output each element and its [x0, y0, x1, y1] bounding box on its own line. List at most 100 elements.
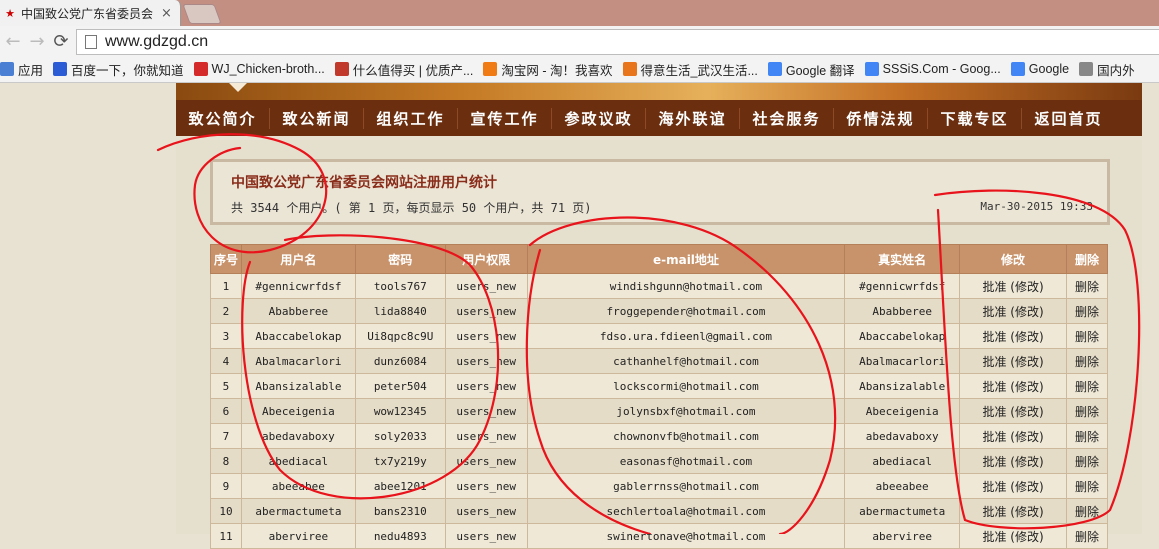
cell-password: abee1201: [354, 473, 446, 499]
approve-edit-link[interactable]: 批准 (修改): [959, 498, 1067, 524]
table-row: 5 Abansizalable peter504 users_new lockscorm…: [210, 373, 1109, 399]
weibo-icon: [193, 62, 208, 76]
bookmark-item[interactable]: 得意生活_武汉生活...: [622, 60, 758, 79]
smzdm-icon: [334, 62, 349, 76]
delete-link[interactable]: 删除: [1065, 273, 1109, 299]
table-row: 9 abeeabee abee1201 users_new gablerrnss@hot…: [210, 473, 1109, 499]
stats-panel: 中国致公党广东省委员会网站注册用户统计 共 3544 个用户。( 第 1 页，每…: [210, 159, 1110, 225]
cell-no: 10: [210, 498, 242, 524]
bookmark-item[interactable]: 淘宝网 - 淘！我喜欢: [483, 60, 613, 79]
bookmark-item[interactable]: SSSiS.Com - Goog...: [864, 62, 1001, 76]
cell-role: users_new: [444, 423, 528, 449]
bookmark-label: 百度一下，你就知道: [71, 63, 184, 78]
header-realname: 真实姓名: [844, 244, 961, 274]
nav-item[interactable]: 致公简介: [176, 107, 270, 129]
approve-edit-link[interactable]: 批准 (修改): [959, 298, 1067, 324]
bookmark-item[interactable]: Google: [1010, 62, 1070, 76]
nav-item[interactable]: 海外联谊: [646, 107, 740, 129]
delete-link[interactable]: 删除: [1065, 323, 1109, 349]
approve-edit-link[interactable]: 批准 (修改): [959, 423, 1067, 449]
browser-tab[interactable]: ★ 中国致公党广东省委员会 ×: [0, 0, 181, 26]
bookmark-item[interactable]: Google 翻译: [767, 60, 855, 79]
cell-username: Abalmacarlori: [240, 348, 356, 374]
bookmark-label: 国内外: [1097, 63, 1135, 78]
approve-edit-link[interactable]: 批准 (修改): [959, 448, 1067, 474]
delete-link[interactable]: 删除: [1065, 498, 1109, 524]
cell-email: easonasf@hotmail.com: [526, 448, 846, 474]
bookmark-label: 什么值得买 | 优质产...: [352, 63, 474, 78]
delete-link[interactable]: 删除: [1065, 448, 1109, 474]
approve-edit-link[interactable]: 批准 (修改): [959, 398, 1067, 424]
bookmark-item[interactable]: 百度一下，你就知道: [53, 60, 184, 79]
bookmark-item[interactable]: 应用: [0, 60, 43, 79]
bookmark-item[interactable]: 什么值得买 | 优质产...: [334, 60, 474, 79]
nav-item[interactable]: 参政议政: [552, 107, 646, 129]
cell-email: windishgunn@hotmail.com: [526, 273, 846, 299]
cell-role: users_new: [444, 323, 528, 349]
deyi-icon: [622, 62, 637, 76]
tab-close-icon[interactable]: ×: [161, 6, 172, 21]
report-date: Mar-30-2015 19:33: [980, 200, 1093, 213]
cell-no: 2: [210, 298, 242, 324]
nav-item[interactable]: 返回首页: [1022, 108, 1115, 129]
cell-no: 8: [210, 448, 242, 474]
bookmark-label: WJ_Chicken-broth...: [211, 62, 325, 76]
back-arrow-icon[interactable]: ←: [2, 30, 24, 52]
nav-item[interactable]: 致公新闻: [270, 107, 364, 129]
cell-password: Ui8qpc8c9U: [354, 323, 446, 349]
cell-realname: Abaccabelokap: [844, 323, 961, 349]
banner-arrow-icon: [229, 83, 247, 92]
table-row: 6 Abeceigenia wow12345 users_new jolynsbxf@h…: [210, 398, 1109, 424]
approve-edit-link[interactable]: 批准 (修改): [959, 348, 1067, 374]
delete-link[interactable]: 删除: [1065, 348, 1109, 374]
delete-link[interactable]: 删除: [1065, 398, 1109, 424]
google-icon: [1010, 62, 1025, 76]
table-row: 10 abermactumeta bans2310 users_new sechlert…: [210, 498, 1109, 524]
reload-icon[interactable]: ⟳: [50, 30, 72, 52]
cell-role: users_new: [444, 373, 528, 399]
cell-email: fdso.ura.fdieenl@gmail.com: [526, 323, 846, 349]
header-email: e-mail地址: [526, 244, 846, 274]
cell-no: 6: [210, 398, 242, 424]
delete-link[interactable]: 删除: [1065, 523, 1109, 549]
cell-realname: Abalmacarlori: [844, 348, 961, 374]
approve-edit-link[interactable]: 批准 (修改): [959, 323, 1067, 349]
bookmark-label: Google: [1028, 62, 1070, 76]
cell-realname: abermactumeta: [844, 498, 961, 524]
cell-password: wow12345: [354, 398, 446, 424]
bookmark-label: SSSiS.Com - Goog...: [882, 62, 1001, 76]
delete-link[interactable]: 删除: [1065, 473, 1109, 499]
cell-email: froggepender@hotmail.com: [526, 298, 846, 324]
cell-username: Ababberee: [240, 298, 356, 324]
bookmark-item[interactable]: WJ_Chicken-broth...: [193, 62, 325, 76]
cell-password: lida8840: [354, 298, 446, 324]
bookmark-label: 应用: [18, 63, 44, 78]
cell-role: users_new: [444, 523, 528, 549]
bookmark-label: 淘宝网 - 淘！我喜欢: [501, 63, 613, 78]
approve-edit-link[interactable]: 批准 (修改): [959, 273, 1067, 299]
delete-link[interactable]: 删除: [1065, 423, 1109, 449]
nav-item[interactable]: 组织工作: [364, 107, 458, 129]
approve-edit-link[interactable]: 批准 (修改): [959, 523, 1067, 549]
browser-toolbar: ← → ⟳ www.gdzgd.cn: [0, 26, 1159, 56]
header-delete: 删除: [1065, 244, 1109, 274]
nav-item[interactable]: 宣传工作: [458, 107, 552, 129]
new-tab-button[interactable]: [182, 4, 222, 24]
address-bar[interactable]: www.gdzgd.cn: [76, 29, 1159, 55]
table-row: 3 Abaccabelokap Ui8qpc8c9U users_new fdso.ur…: [210, 323, 1109, 349]
page-icon: [1079, 62, 1094, 76]
approve-edit-link[interactable]: 批准 (修改): [959, 373, 1067, 399]
nav-item[interactable]: 侨情法规: [834, 107, 928, 129]
bookmark-item[interactable]: 国内外: [1079, 60, 1135, 79]
approve-edit-link[interactable]: 批准 (修改): [959, 473, 1067, 499]
nav-item[interactable]: 下载专区: [928, 107, 1022, 129]
nav-item[interactable]: 社会服务: [740, 107, 834, 129]
main-content: 中国致公党广东省委员会网站注册用户统计 共 3544 个用户。( 第 1 页，每…: [176, 140, 1142, 549]
site-favicon-icon: ★: [5, 6, 15, 20]
cell-realname: abeeabee: [844, 473, 961, 499]
delete-link[interactable]: 删除: [1065, 373, 1109, 399]
delete-link[interactable]: 删除: [1065, 298, 1109, 324]
forward-arrow-icon[interactable]: →: [26, 30, 48, 52]
cell-email: gablerrnss@hotmail.com: [526, 473, 846, 499]
cell-role: users_new: [444, 398, 528, 424]
